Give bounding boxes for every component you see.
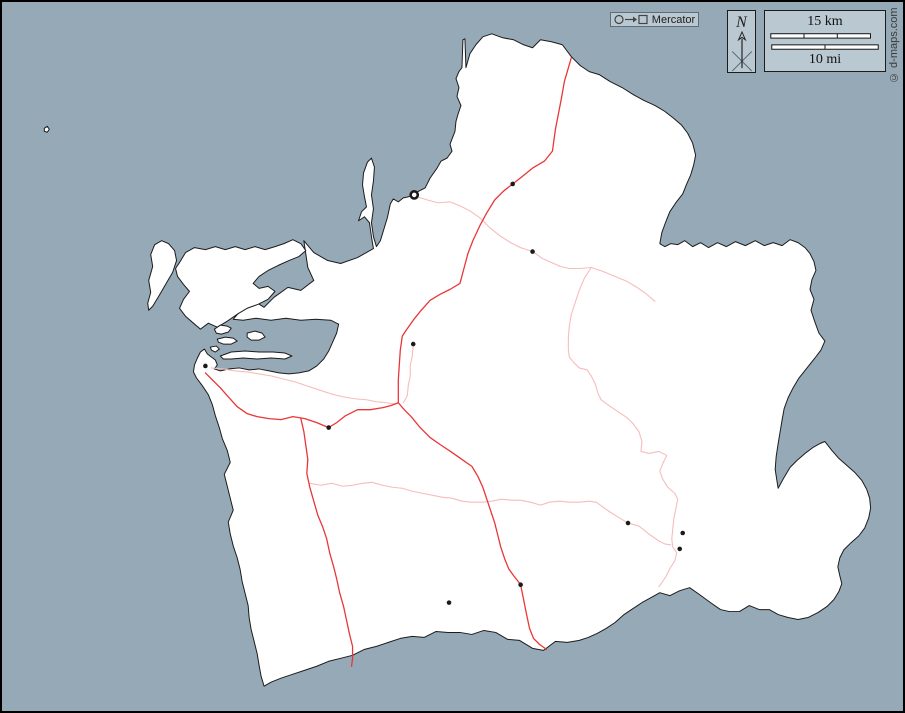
projection-box: Mercator	[610, 12, 699, 27]
city-dot	[530, 249, 535, 254]
projection-transform-icon	[614, 14, 648, 25]
scale-bar-km	[771, 34, 871, 38]
city-dot	[518, 582, 523, 587]
city-dot	[411, 342, 416, 347]
city-dot	[677, 547, 682, 552]
north-box: N	[727, 10, 756, 73]
scale-box: 15 km 10 mi	[764, 10, 886, 72]
projection-label: Mercator	[652, 14, 695, 26]
city-dot	[326, 425, 331, 430]
north-label: N	[736, 15, 747, 31]
city-dot	[626, 521, 631, 526]
city-dot	[680, 531, 685, 536]
arrow-head-icon	[633, 17, 637, 23]
map-canvas	[2, 2, 903, 711]
city-dot	[510, 182, 515, 187]
city-ring-marker	[411, 191, 418, 198]
copyright-text: © d-maps.com	[887, 6, 901, 84]
scale-mi-label: 10 mi	[765, 52, 885, 68]
square-icon	[639, 16, 647, 24]
islet-coastline	[220, 351, 292, 359]
compass-icon	[728, 31, 756, 72]
city-dot	[447, 600, 452, 605]
city-dot	[203, 364, 208, 369]
map-page: Mercator N 15 km 10 mi © d-maps.com	[0, 0, 905, 713]
globe-circle-icon	[615, 16, 623, 24]
